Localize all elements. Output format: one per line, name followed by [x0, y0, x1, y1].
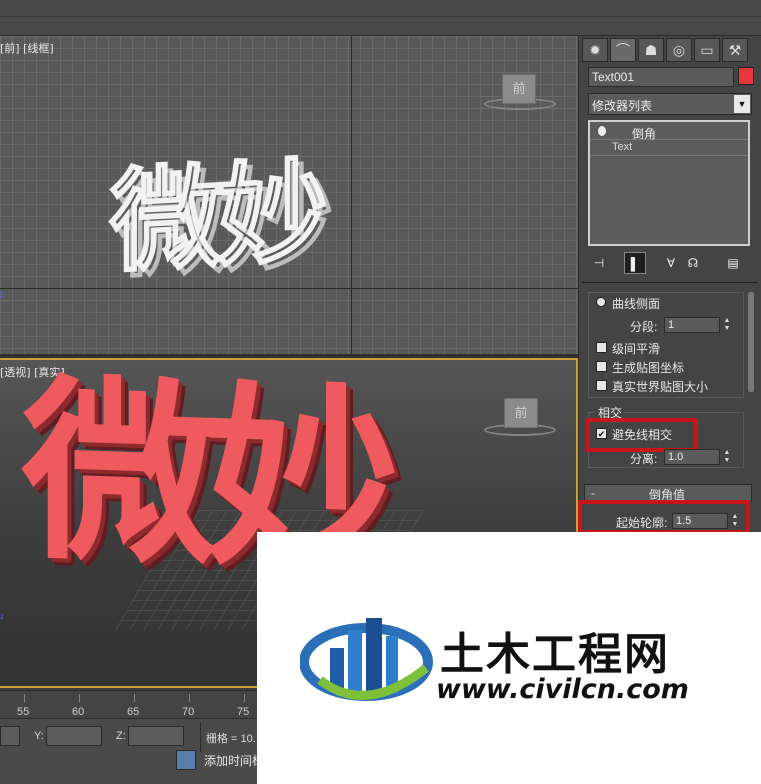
- status-separator: [200, 722, 201, 752]
- main-toolbar-strip: [0, 0, 761, 36]
- make-unique-icon[interactable]: ∀: [660, 252, 682, 274]
- front-axis-tripod-icon: z: [0, 290, 4, 299]
- utilities-tab-hammer-icon[interactable]: ⚒: [722, 38, 748, 62]
- add-time-tag-button[interactable]: 添加时间标: [204, 752, 264, 769]
- object-name-field[interactable]: Text001: [588, 67, 734, 87]
- watermark-url: www.civilcn.com: [436, 674, 689, 705]
- timeline-tick: [24, 694, 25, 702]
- front-viewport-label[interactable]: [前] [线框]: [0, 40, 54, 56]
- timeline-tick-label: 60: [72, 706, 85, 718]
- hierarchy-tab-icon[interactable]: ☗: [638, 38, 664, 62]
- timeline-tick: [134, 694, 135, 702]
- avoid-intersect-highlight: [586, 418, 698, 452]
- y-coordinate-label: Y:: [34, 730, 44, 742]
- stack-item-label: Text: [612, 141, 633, 153]
- time-tag-icon[interactable]: [176, 750, 196, 770]
- display-tab-monitor-icon[interactable]: ▭: [694, 38, 720, 62]
- segments-label: 分段:: [630, 320, 658, 334]
- configure-sets-icon[interactable]: ▤: [722, 252, 744, 274]
- separation-spinner[interactable]: 1.0: [664, 449, 720, 465]
- modifier-stack[interactable]: 倒角 Text: [588, 120, 750, 246]
- remove-modifier-icon[interactable]: ☊: [682, 252, 704, 274]
- separation-label: 分离:: [630, 452, 658, 466]
- object-color-swatch[interactable]: [738, 67, 754, 85]
- timeline-tick-label: 65: [127, 706, 140, 718]
- collapse-icon[interactable]: -: [591, 486, 595, 500]
- segments-spinner[interactable]: 1: [664, 317, 720, 333]
- panel-divider: [582, 282, 758, 283]
- level-smooth-label: 级间平滑: [612, 342, 661, 356]
- curve-side-radio[interactable]: [596, 297, 606, 307]
- create-tab-sun-icon[interactable]: ✹: [582, 38, 608, 62]
- stack-item-bevel[interactable]: 倒角: [590, 124, 748, 141]
- timeline-tick: [79, 694, 80, 702]
- real-world-map-label: 真实世界贴图大小: [612, 380, 709, 394]
- real-world-map-checkbox[interactable]: [596, 380, 607, 391]
- persp-axis-tripod-icon: z: [0, 612, 4, 621]
- chevron-down-icon[interactable]: ▼: [734, 95, 750, 113]
- y-coordinate-field[interactable]: [46, 726, 102, 746]
- lightbulb-icon[interactable]: [598, 126, 606, 136]
- civilcn-logo-icon: [300, 618, 433, 701]
- persp-viewcube[interactable]: 前: [504, 398, 538, 428]
- show-end-result-icon[interactable]: ▌: [624, 252, 646, 274]
- panel-scrollbar[interactable]: [748, 292, 754, 392]
- level-smooth-checkbox[interactable]: [596, 342, 607, 353]
- z-coordinate-field[interactable]: [128, 726, 184, 746]
- motion-tab-icon[interactable]: ◎: [666, 38, 692, 62]
- timeline-tick: [244, 694, 245, 702]
- modify-tab-curve-icon[interactable]: ⌒: [610, 38, 636, 62]
- spinner-arrows-icon[interactable]: ▲ ▼: [722, 317, 732, 333]
- stack-item-text[interactable]: Text: [590, 140, 748, 156]
- spinner-arrows-icon[interactable]: ▲ ▼: [722, 449, 732, 465]
- generate-mapping-checkbox[interactable]: [596, 361, 607, 372]
- curve-side-label: 曲线侧面: [612, 297, 661, 311]
- z-coordinate-label: Z:: [116, 730, 126, 742]
- start-outline-highlight: [578, 500, 750, 534]
- front-viewport-axis-horizontal: [0, 288, 578, 289]
- modifier-list-dropdown[interactable]: 修改器列表: [588, 93, 752, 115]
- grid-size-label: 栅格 = 10.: [206, 733, 256, 745]
- generate-mapping-label: 生成贴图坐标: [612, 361, 685, 375]
- timeline-tick-label: 55: [17, 706, 30, 718]
- stack-toolbar: ⊣ ▌ ∀ ☊ ▤: [588, 252, 752, 274]
- pin-stack-icon[interactable]: ⊣: [588, 252, 610, 274]
- wireframe-text-object[interactable]: 微妙: [109, 146, 323, 289]
- front-viewcube[interactable]: 前: [502, 74, 536, 104]
- timeline-tick-label: 75: [237, 706, 250, 718]
- watermark-title: 土木工程网: [440, 629, 670, 680]
- timeline-tick: [189, 694, 190, 702]
- front-viewport-axis-vertical: [351, 36, 352, 354]
- x-coordinate-field[interactable]: [0, 726, 20, 746]
- timeline-tick-label: 70: [182, 706, 195, 718]
